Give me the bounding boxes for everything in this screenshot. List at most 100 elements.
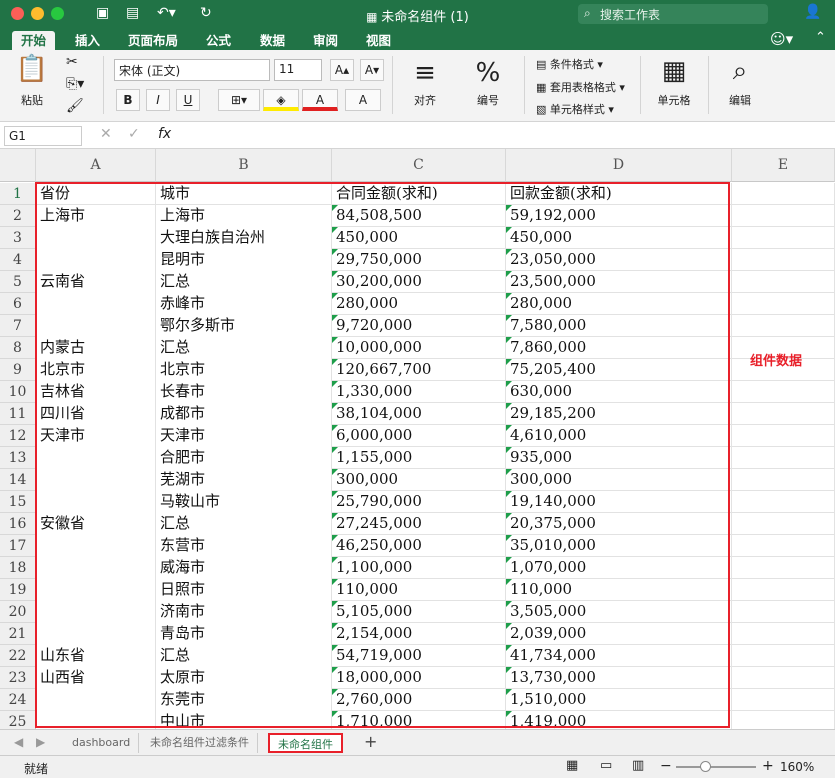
row-header[interactable]: 18 xyxy=(0,557,36,579)
row-header[interactable]: 4 xyxy=(0,249,36,271)
add-sheet-icon[interactable]: + xyxy=(364,732,377,751)
cell[interactable] xyxy=(36,711,156,729)
cell[interactable]: 18,000,000 xyxy=(332,667,506,689)
row-header[interactable]: 24 xyxy=(0,689,36,711)
cell[interactable]: 41,734,000 xyxy=(506,645,732,667)
cell[interactable]: 1,510,000 xyxy=(506,689,732,711)
cell[interactable]: 日照市 xyxy=(156,579,332,601)
increase-font-icon[interactable]: A▴ xyxy=(330,59,354,81)
cell[interactable]: 280,000 xyxy=(332,293,506,315)
cell[interactable]: 天津市 xyxy=(36,425,156,447)
cell[interactable]: 4,610,000 xyxy=(506,425,732,447)
cell[interactable] xyxy=(36,249,156,271)
cell[interactable]: 300,000 xyxy=(332,469,506,491)
cell[interactable] xyxy=(732,183,835,205)
row-header[interactable]: 21 xyxy=(0,623,36,645)
zoom-out-icon[interactable]: − xyxy=(660,758,672,774)
cell[interactable]: 汇总 xyxy=(156,513,332,535)
cell[interactable] xyxy=(732,535,835,557)
cell[interactable]: 1,330,000 xyxy=(332,381,506,403)
tab-formulas[interactable]: 公式 xyxy=(197,31,240,50)
cell[interactable]: 东莞市 xyxy=(156,689,332,711)
row-header[interactable]: 25 xyxy=(0,711,36,729)
cell[interactable]: 59,192,000 xyxy=(506,205,732,227)
cell[interactable]: 1,100,000 xyxy=(332,557,506,579)
row-header[interactable]: 10 xyxy=(0,381,36,403)
cell[interactable] xyxy=(732,491,835,513)
cell[interactable]: 450,000 xyxy=(506,227,732,249)
cell[interactable] xyxy=(36,315,156,337)
row-header[interactable]: 5 xyxy=(0,271,36,293)
cell[interactable]: 汇总 xyxy=(156,645,332,667)
column-header[interactable]: B xyxy=(156,149,332,182)
cell[interactable]: 鄂尔多斯市 xyxy=(156,315,332,337)
copy-icon[interactable]: ⎘▾ xyxy=(66,76,84,92)
cell[interactable]: 110,000 xyxy=(332,579,506,601)
cell[interactable]: 110,000 xyxy=(506,579,732,601)
cell[interactable]: 2,154,000 xyxy=(332,623,506,645)
cell[interactable]: 合同金额(求和) xyxy=(332,183,506,205)
cell[interactable]: 山西省 xyxy=(36,667,156,689)
cell[interactable]: 2,760,000 xyxy=(332,689,506,711)
cell[interactable]: 北京市 xyxy=(36,359,156,381)
function-icon[interactable]: fx xyxy=(158,126,171,142)
cell[interactable]: 吉林省 xyxy=(36,381,156,403)
spreadsheet-grid[interactable]: A B C D E 1 省份 城市 合同金额(求和) 回款金额(求和) 2 上海市 上海市 84,508,… xyxy=(0,149,835,729)
cell[interactable]: 280,000 xyxy=(506,293,732,315)
cell[interactable]: 安徽省 xyxy=(36,513,156,535)
cell[interactable]: 25,790,000 xyxy=(332,491,506,513)
cell[interactable]: 省份 xyxy=(36,183,156,205)
tab-data[interactable]: 数据 xyxy=(251,31,294,50)
cell[interactable]: 赤峰市 xyxy=(156,293,332,315)
cell[interactable]: 7,860,000 xyxy=(506,337,732,359)
row-header[interactable]: 15 xyxy=(0,491,36,513)
row-header[interactable]: 12 xyxy=(0,425,36,447)
cell[interactable]: 内蒙古 xyxy=(36,337,156,359)
bold-button[interactable]: B xyxy=(116,89,140,111)
cell[interactable]: 济南市 xyxy=(156,601,332,623)
cell[interactable]: 1,419,000 xyxy=(506,711,732,729)
row-header[interactable]: 1 xyxy=(0,183,36,205)
tab-view[interactable]: 视图 xyxy=(357,31,400,50)
cell[interactable]: 汇总 xyxy=(156,337,332,359)
cell[interactable]: 山东省 xyxy=(36,645,156,667)
cell[interactable]: 威海市 xyxy=(156,557,332,579)
cell[interactable] xyxy=(732,667,835,689)
cell[interactable]: 天津市 xyxy=(156,425,332,447)
collapse-ribbon-icon[interactable]: ⌃ xyxy=(815,30,826,45)
row-header[interactable]: 14 xyxy=(0,469,36,491)
cell[interactable]: 昆明市 xyxy=(156,249,332,271)
cell[interactable]: 5,105,000 xyxy=(332,601,506,623)
cell[interactable] xyxy=(732,381,835,403)
row-header[interactable]: 8 xyxy=(0,337,36,359)
cell[interactable]: 75,205,400 xyxy=(506,359,732,381)
zoom-level[interactable]: 160% xyxy=(780,760,814,774)
row-header[interactable]: 23 xyxy=(0,667,36,689)
cell[interactable]: 23,500,000 xyxy=(506,271,732,293)
cell[interactable]: 300,000 xyxy=(506,469,732,491)
cell[interactable] xyxy=(732,205,835,227)
cell[interactable] xyxy=(36,579,156,601)
cell[interactable] xyxy=(36,601,156,623)
row-header[interactable]: 2 xyxy=(0,205,36,227)
page-break-view-icon[interactable]: ▥ xyxy=(632,758,644,773)
row-header[interactable]: 17 xyxy=(0,535,36,557)
row-header[interactable]: 16 xyxy=(0,513,36,535)
cell[interactable] xyxy=(732,425,835,447)
cell[interactable]: 935,000 xyxy=(506,447,732,469)
column-header[interactable]: C xyxy=(332,149,506,182)
paste-button[interactable]: 📋 粘贴 xyxy=(12,54,52,108)
cell[interactable]: 13,730,000 xyxy=(506,667,732,689)
format-as-table-button[interactable]: ▦ 套用表格格式 ▾ xyxy=(536,79,625,95)
cell[interactable] xyxy=(732,689,835,711)
cell[interactable]: 1,070,000 xyxy=(506,557,732,579)
cell[interactable]: 20,375,000 xyxy=(506,513,732,535)
row-header[interactable]: 19 xyxy=(0,579,36,601)
cell[interactable]: 大理白族自治州 xyxy=(156,227,332,249)
cell[interactable]: 27,245,000 xyxy=(332,513,506,535)
cell[interactable] xyxy=(732,249,835,271)
borders-icon[interactable]: ⊞▾ xyxy=(218,89,260,111)
cell[interactable] xyxy=(732,579,835,601)
cell[interactable] xyxy=(36,689,156,711)
font-color-icon[interactable]: A xyxy=(302,89,338,111)
